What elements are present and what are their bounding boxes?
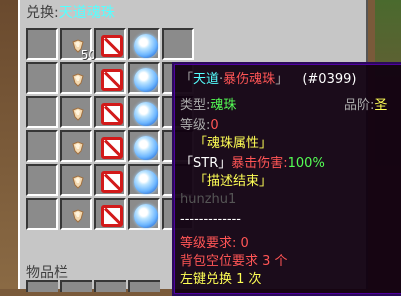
barrier-icon — [101, 35, 123, 57]
divider: ------------- — [180, 212, 241, 227]
inventory-slot[interactable] — [94, 280, 126, 292]
type-value: 魂珠 — [210, 98, 237, 113]
barrier-slot[interactable] — [94, 96, 126, 128]
level-row: 等级:0 — [180, 114, 219, 133]
item-tooltip: 「天道·暴伤魂珠」 (#0399) 类型:魂珠 品阶:圣 等级:0 「魂珠属性」… — [172, 62, 401, 296]
inventory-slot[interactable] — [26, 280, 58, 292]
barrier-slot[interactable] — [94, 164, 126, 196]
window-title: 兑换:天道魂珠 — [26, 2, 115, 22]
grade-row: 品阶:圣 — [344, 94, 387, 113]
soul-gem-icon — [72, 141, 84, 155]
barrier-slot[interactable] — [94, 130, 126, 162]
soul-orb-icon — [134, 68, 158, 92]
soul-gem-slot[interactable] — [60, 164, 92, 196]
barrier-icon — [101, 205, 123, 227]
header-bracket-close: 」 — [275, 72, 289, 87]
soul-orb-slot[interactable] — [128, 198, 160, 230]
empty-slot[interactable] — [26, 96, 58, 128]
level-requirement: 等级要求: 0 — [180, 236, 249, 251]
soul-gem-slot[interactable]: 50 — [60, 28, 96, 62]
barrier-slot[interactable] — [94, 198, 126, 230]
attr-key: 「STR」 — [180, 156, 232, 171]
level-label: 等级: — [180, 118, 211, 133]
header-bracket-open: 「 — [180, 72, 194, 87]
empty-slot[interactable] — [26, 198, 58, 230]
empty-slot[interactable] — [26, 164, 58, 196]
soul-orb-icon — [134, 170, 158, 194]
type-label: 类型: — [180, 98, 211, 113]
soul-gem-icon — [72, 73, 84, 87]
soul-orb-slot[interactable] — [128, 62, 160, 94]
attr-section-title: 「魂珠属性」 — [194, 136, 273, 151]
end-section-title: 「描述结束」 — [194, 174, 273, 189]
soul-orb-slot[interactable] — [128, 130, 160, 162]
attr-row: 「STR」暴击伤害:100% — [180, 152, 325, 171]
barrier-slot[interactable] — [94, 28, 126, 60]
header-series: 天道 — [193, 72, 220, 87]
inventory-slot[interactable] — [128, 280, 160, 292]
grade-value: 圣 — [374, 98, 388, 113]
barrier-icon — [101, 69, 123, 91]
author: hunzhu1 — [180, 192, 237, 207]
grade-label: 品阶: — [344, 98, 375, 113]
inventory-slot[interactable] — [60, 280, 92, 292]
soul-orb-icon — [134, 102, 158, 126]
empty-slot[interactable] — [162, 28, 194, 60]
exchange-action: 左键兑换 1 次 — [180, 272, 262, 287]
attr-value: 100% — [287, 156, 325, 171]
header-item-name: 暴伤魂珠 — [223, 72, 276, 87]
type-row: 类型:魂珠 — [180, 94, 236, 113]
attr-name: 暴击伤害: — [231, 156, 288, 171]
empty-slot[interactable] — [26, 130, 58, 162]
empty-slot[interactable] — [26, 62, 58, 94]
soul-gem-slot[interactable] — [60, 96, 92, 128]
soul-orb-icon — [134, 204, 158, 228]
soul-orb-slot[interactable] — [128, 96, 160, 128]
soul-orb-icon — [134, 136, 158, 160]
soul-gem-icon — [72, 209, 84, 223]
barrier-icon — [101, 103, 123, 125]
soul-orb-slot[interactable] — [128, 164, 160, 196]
barrier-icon — [101, 171, 123, 193]
title-item-name: 天道魂珠 — [58, 5, 115, 21]
soul-orb-slot[interactable] — [128, 28, 160, 60]
inventory-label: 物品栏 — [26, 265, 68, 281]
slot-requirement: 背包空位要求 3 个 — [180, 254, 288, 269]
barrier-slot[interactable] — [94, 62, 126, 94]
soul-gem-icon — [72, 175, 84, 189]
tooltip-header: 「天道·暴伤魂珠」 (#0399) — [180, 68, 356, 87]
empty-slot[interactable] — [26, 28, 58, 60]
level-value: 0 — [210, 118, 219, 133]
soul-gem-slot[interactable] — [60, 130, 92, 162]
title-prefix: 兑换 — [26, 5, 54, 21]
soul-gem-slot[interactable] — [60, 62, 92, 94]
soul-gem-icon — [72, 107, 84, 121]
item-id: (#0399) — [302, 72, 357, 87]
barrier-icon — [101, 137, 123, 159]
soul-orb-icon — [134, 34, 158, 58]
soul-gem-slot[interactable] — [60, 198, 92, 230]
